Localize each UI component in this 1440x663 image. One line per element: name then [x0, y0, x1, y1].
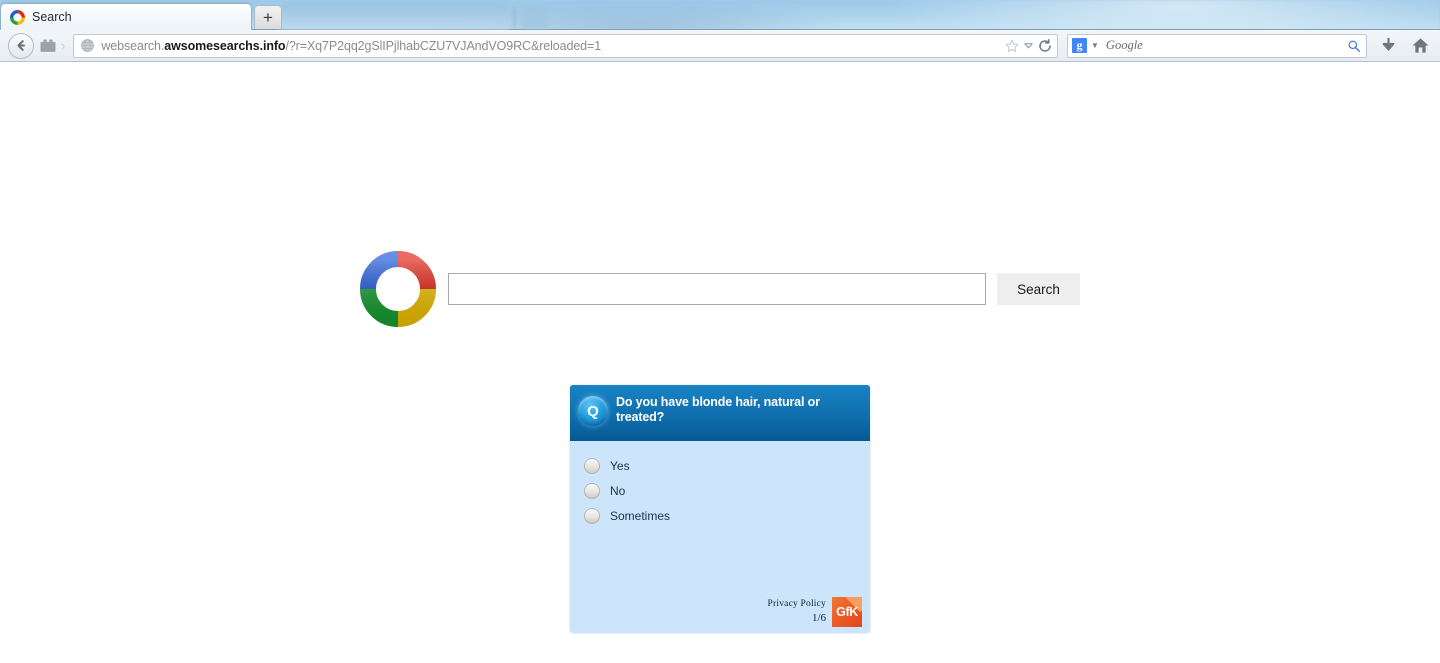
tab-blurred-label — [290, 11, 379, 23]
tab-strip: Search + — [0, 0, 1440, 30]
tab-background-blurred[interactable] — [280, 4, 508, 30]
survey-progress-counter: 1/6 — [811, 612, 826, 624]
url-text: websearch.awsomesearchs.info/?r=Xq7P2qq2… — [101, 39, 998, 53]
colored-ring-logo — [360, 251, 448, 327]
reload-icon[interactable] — [1037, 38, 1053, 54]
radio-button-icon[interactable] — [584, 482, 600, 499]
globe-icon — [81, 39, 95, 52]
browser-window: Search + › websearch.awsomesearchs.info/… — [0, 0, 1440, 663]
search-input[interactable] — [448, 273, 986, 305]
survey-question: Do you have blonde hair, natural or trea… — [616, 395, 820, 424]
url-suffix: /?r=Xq7P2qq2gSlIPjlhabCZU7VJAndVO9RC&rel… — [285, 38, 602, 53]
radio-button-icon[interactable] — [584, 507, 600, 524]
radio-button-icon[interactable] — [584, 457, 600, 474]
new-tab-button[interactable]: + — [254, 5, 282, 29]
survey-option-label: Yes — [610, 458, 630, 473]
search-area: Search — [0, 251, 1440, 327]
survey-footer: Privacy Policy 1/6 GfK — [768, 597, 862, 627]
colored-ring-icon — [10, 9, 25, 25]
survey-option-label: Sometimes — [610, 508, 671, 523]
search-button[interactable]: Search — [997, 273, 1080, 305]
home-icon[interactable] — [1411, 36, 1430, 55]
privacy-policy-link[interactable]: Privacy Policy — [768, 599, 826, 609]
survey-header: Q Do you have blonde hair, natural or tr… — [570, 385, 870, 441]
site-folder-icon[interactable] — [38, 35, 58, 57]
url-prefix: websearch. — [101, 38, 165, 53]
back-arrow-icon — [16, 40, 25, 51]
page-content: Search Q Do you have blonde hair, natura… — [0, 62, 1440, 663]
breadcrumb-chevron-icon: › — [61, 38, 66, 53]
browser-search-box[interactable]: g ▼ Google — [1067, 33, 1367, 58]
survey-option-no[interactable]: No — [584, 478, 870, 503]
survey-option-yes[interactable]: Yes — [584, 453, 870, 478]
search-engine-placeholder: Google — [1105, 38, 1143, 52]
survey-widget: Q Do you have blonde hair, natural or tr… — [570, 385, 870, 633]
gfk-logo: GfK — [832, 597, 862, 627]
star-icon[interactable] — [1004, 38, 1020, 54]
survey-body: Yes No Sometimes Privacy Policy 1/6 GfK — [570, 441, 870, 633]
survey-option-label: No — [610, 483, 626, 498]
question-badge-icon: Q — [578, 396, 608, 426]
google-badge-icon: g — [1072, 38, 1087, 53]
tab-background-blurred-2[interactable] — [521, 5, 547, 29]
url-domain: awsomesearchs.info — [164, 38, 286, 53]
url-bar[interactable]: websearch.awsomesearchs.info/?r=Xq7P2qq2… — [73, 33, 1058, 58]
url-bar-actions — [998, 38, 1053, 54]
tab-label: Search — [32, 10, 72, 24]
magnifier-icon[interactable] — [1347, 39, 1361, 53]
back-button[interactable] — [8, 32, 34, 59]
search-engine-chevron-icon[interactable]: ▼ — [1091, 41, 1099, 50]
gfk-logo-text: GfK — [836, 605, 858, 619]
survey-footer-text: Privacy Policy 1/6 — [768, 597, 826, 624]
survey-option-sometimes[interactable]: Sometimes — [584, 503, 870, 528]
tab-divider — [514, 8, 515, 28]
download-arrow-icon[interactable] — [1380, 36, 1397, 55]
navigation-toolbar: › websearch.awsomesearchs.info/?r=Xq7P2q… — [0, 30, 1440, 62]
chevron-down-icon[interactable] — [1023, 40, 1034, 51]
tab-search[interactable]: Search — [0, 3, 252, 30]
